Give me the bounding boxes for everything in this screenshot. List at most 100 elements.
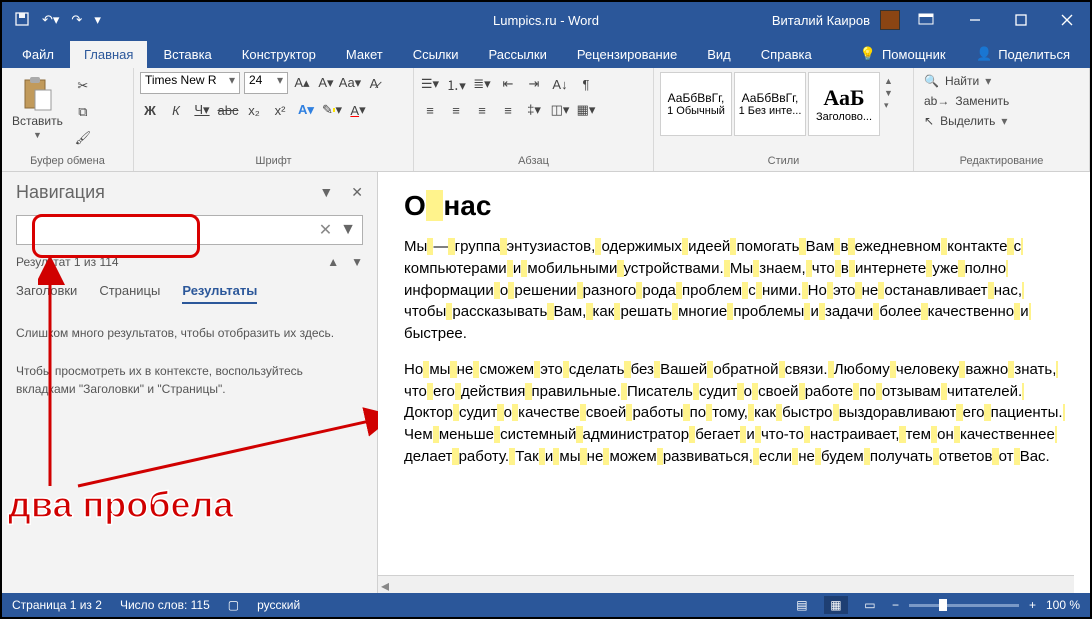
maximize-button[interactable]	[998, 2, 1044, 38]
autosave-icon[interactable]	[14, 11, 30, 30]
zoom-in-icon[interactable]: +	[1029, 598, 1036, 612]
view-read-icon[interactable]: ▤	[790, 596, 814, 614]
zoom-out-icon[interactable]: −	[892, 598, 899, 612]
tab-home[interactable]: Главная	[70, 41, 147, 68]
align-center-icon[interactable]: ≡	[446, 100, 466, 120]
underline-icon[interactable]: Ч▾	[192, 100, 212, 120]
select-button[interactable]: ↖Выделить▾	[924, 114, 1079, 128]
find-button[interactable]: 🔍Найти▾	[924, 74, 1079, 88]
status-lang[interactable]: русский	[257, 598, 300, 612]
tab-help[interactable]: Справка	[747, 41, 826, 68]
bulb-icon: 💡	[860, 46, 876, 62]
dec-indent-icon[interactable]: ⇤	[498, 74, 518, 94]
minimize-button[interactable]	[952, 2, 998, 38]
replace-button[interactable]: ab→Заменить	[924, 94, 1079, 108]
show-marks-icon[interactable]: ¶	[576, 74, 596, 94]
borders-icon[interactable]: ▦▾	[576, 100, 596, 120]
paste-button[interactable]: Вставить ▼	[8, 72, 67, 140]
replace-icon: ab→	[924, 94, 949, 108]
proofing-icon[interactable]: ▢	[228, 598, 239, 612]
ribbon: Вставить ▼ ✂ ⧉ 🖌 Буфер обмена Times New …	[2, 68, 1090, 172]
grow-font-icon[interactable]: A▴	[292, 73, 312, 93]
clear-search-icon[interactable]: ✕	[319, 220, 332, 240]
font-size-combo[interactable]: 24 ▾	[244, 72, 288, 94]
align-right-icon[interactable]: ≡	[472, 100, 492, 120]
justify-icon[interactable]: ≡	[498, 100, 518, 120]
text-effects-icon[interactable]: A▾	[296, 100, 316, 120]
bullets-icon[interactable]: ☰▾	[420, 74, 440, 94]
format-painter-icon[interactable]: 🖌	[73, 128, 93, 148]
tab-layout[interactable]: Макет	[332, 41, 397, 68]
numbering-icon[interactable]: ⒈▾	[446, 74, 466, 94]
highlight-icon[interactable]: ✎▾	[322, 100, 342, 120]
tell-me[interactable]: 💡Помощник	[846, 40, 960, 68]
tab-references[interactable]: Ссылки	[399, 41, 473, 68]
tab-review[interactable]: Рецензирование	[563, 41, 691, 68]
align-left-icon[interactable]: ≡	[420, 100, 440, 120]
redo-icon[interactable]: ↷	[71, 12, 82, 28]
undo-icon[interactable]: ↶▾	[42, 12, 59, 28]
view-web-icon[interactable]: ▭	[858, 596, 882, 614]
search-dropdown-icon[interactable]: ▼	[340, 221, 356, 239]
nav-tab-results[interactable]: Результаты	[182, 283, 257, 304]
document-area[interactable]: О нас Мы — группа энтузиастов, одержимых…	[378, 172, 1090, 593]
cut-icon[interactable]: ✂	[73, 76, 93, 96]
nav-too-many-msg: Слишком много результатов, чтобы отобраз…	[16, 324, 363, 342]
nav-prev-icon[interactable]: ▲	[327, 255, 339, 269]
shading-icon[interactable]: ◫▾	[550, 100, 570, 120]
inc-indent-icon[interactable]: ⇥	[524, 74, 544, 94]
tab-mailings[interactable]: Рассылки	[474, 41, 560, 68]
status-words[interactable]: Число слов: 115	[120, 598, 210, 612]
avatar[interactable]	[880, 10, 900, 30]
zoom-slider[interactable]	[909, 604, 1019, 607]
zoom-level[interactable]: 100 %	[1046, 598, 1080, 612]
style-heading[interactable]: АаБЗаголово...	[808, 72, 880, 136]
qat-more-icon[interactable]: ▾	[94, 12, 101, 28]
style-normal[interactable]: АаБбВвГг,1 Обычный	[660, 72, 732, 136]
font-color-icon[interactable]: A▾	[348, 100, 368, 120]
tab-file[interactable]: Файл	[8, 41, 68, 68]
cursor-icon: ↖	[924, 114, 934, 128]
view-print-icon[interactable]: ▦	[824, 596, 848, 614]
titlebar: ↶▾ ↷ ▾ Lumpics.ru - Word Виталий Каиров	[2, 2, 1090, 38]
tab-design[interactable]: Конструктор	[228, 41, 330, 68]
tab-insert[interactable]: Вставка	[149, 41, 225, 68]
line-spacing-icon[interactable]: ‡▾	[524, 100, 544, 120]
font-name-combo[interactable]: Times New R ▾	[140, 72, 240, 94]
strike-icon[interactable]: abc	[218, 100, 238, 120]
annotation-label: два пробела	[8, 484, 233, 526]
copy-icon[interactable]: ⧉	[73, 102, 93, 122]
nav-close-icon[interactable]: ✕	[351, 184, 363, 201]
horizontal-scrollbar[interactable]: ◂	[378, 575, 1074, 593]
status-page[interactable]: Страница 1 из 2	[12, 598, 102, 612]
bold-icon[interactable]: Ж	[140, 100, 160, 120]
search-icon: 🔍	[924, 74, 939, 88]
share-button[interactable]: 👤Поделиться	[962, 40, 1084, 68]
shrink-font-icon[interactable]: A▾	[316, 73, 336, 93]
user-name[interactable]: Виталий Каиров	[772, 13, 870, 28]
style-no-spacing[interactable]: АаБбВвГг,1 Без инте...	[734, 72, 806, 136]
italic-icon[interactable]: К	[166, 100, 186, 120]
superscript-icon[interactable]: x²	[270, 100, 290, 120]
clear-format-icon[interactable]: A̷	[364, 73, 384, 93]
ribbon-display-icon[interactable]	[918, 13, 934, 28]
doc-p1: Мы — группа энтузиастов, одержимых идеей…	[404, 236, 1064, 345]
sort-icon[interactable]: A↓	[550, 74, 570, 94]
nav-title: Навигация	[16, 182, 105, 203]
group-paragraph: Абзац	[420, 153, 647, 169]
nav-next-icon[interactable]: ▼	[351, 255, 363, 269]
change-case-icon[interactable]: Aa▾	[340, 73, 360, 93]
nav-context-msg: Чтобы просмотреть их в контексте, воспол…	[16, 362, 363, 398]
nav-tab-pages[interactable]: Страницы	[99, 283, 160, 304]
group-clipboard: Буфер обмена	[8, 153, 127, 169]
styles-more[interactable]: ▲▼▾	[882, 72, 895, 115]
close-button[interactable]	[1044, 2, 1090, 38]
group-styles: Стили	[660, 153, 907, 169]
subscript-icon[interactable]: x₂	[244, 100, 264, 120]
nav-options-icon[interactable]: ▼	[319, 184, 333, 201]
multilevel-icon[interactable]: ≣▾	[472, 74, 492, 94]
doc-heading: О нас	[404, 190, 1064, 222]
nav-tab-headings[interactable]: Заголовки	[16, 283, 77, 304]
navigation-pane: Навигация ▼✕ ✕ ▼ Результат 1 из 114 ▲▼ З…	[2, 172, 378, 593]
tab-view[interactable]: Вид	[693, 41, 745, 68]
